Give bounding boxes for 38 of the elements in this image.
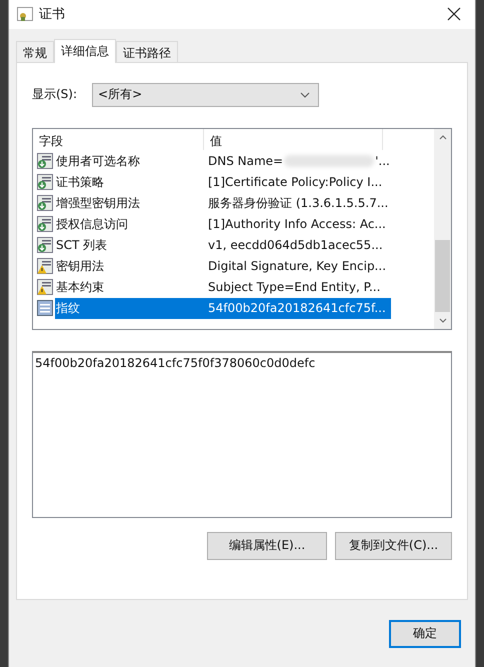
scroll-down-icon[interactable] — [438, 318, 446, 322]
action-button[interactable]: 复制到文件(C)... — [335, 532, 452, 560]
action-button[interactable]: 编辑属性(E)... — [207, 532, 327, 560]
field-name[interactable]: 证书策略 — [55, 172, 105, 192]
detail-text-box[interactable]: 54f00b20fa20182641cfc75f0f378060c0d0defc — [32, 350, 452, 518]
field-name[interactable]: 增强型密钥用法 — [55, 192, 141, 214]
close-icon[interactable] — [447, 7, 461, 22]
field-value[interactable]: [1]Certificate Policy:Policy I... — [207, 173, 384, 191]
tab[interactable]: 证书路径 — [116, 40, 178, 62]
tab[interactable]: 详细信息 — [54, 38, 116, 62]
field-value[interactable]: v1, eecdd064d5db1acec55... — [207, 236, 384, 254]
tab[interactable]: 常规 — [16, 40, 54, 62]
certificate-warning-icon — [37, 279, 53, 295]
field-value[interactable]: Subject Type=End Entity, P... — [207, 278, 382, 296]
field-name[interactable]: SCT 列表 — [55, 234, 108, 256]
field-value[interactable]: [1]Authority Info Access: Ac... — [207, 215, 387, 233]
field-value[interactable]: 服务器身份验证 (1.3.6.1.5.5.7... — [207, 192, 390, 214]
certificate-warning-icon — [37, 258, 53, 274]
show-dropdown[interactable]: <所有> — [92, 82, 320, 106]
field-name[interactable]: 基本约束 — [55, 276, 105, 298]
field-value[interactable]: '... — [374, 152, 391, 170]
field-name[interactable]: 密钥用法 — [55, 256, 105, 276]
field-value[interactable]: DNS Name= — [207, 152, 284, 170]
scrollbar-thumb[interactable] — [435, 240, 450, 312]
dropdown-value: <所有> — [98, 86, 142, 103]
certificate-icon — [17, 7, 33, 22]
column-header[interactable]: 字段 — [33, 128, 204, 150]
field-name[interactable]: 使用者可选名称 — [55, 150, 141, 172]
document-lines-icon — [37, 300, 53, 316]
field-value[interactable]: Digital Signature, Key Encip... — [207, 257, 388, 275]
window-title: 证书 — [39, 6, 65, 24]
chevron-down-icon — [300, 92, 310, 98]
show-label: 显示(S): — [32, 86, 78, 103]
scroll-up-icon[interactable] — [438, 134, 446, 140]
column-header[interactable]: 值 — [204, 128, 383, 150]
ok-button[interactable]: 确定 — [389, 620, 461, 648]
scrollbar[interactable] — [434, 128, 451, 328]
field-name[interactable]: 授权信息访问 — [55, 214, 129, 234]
